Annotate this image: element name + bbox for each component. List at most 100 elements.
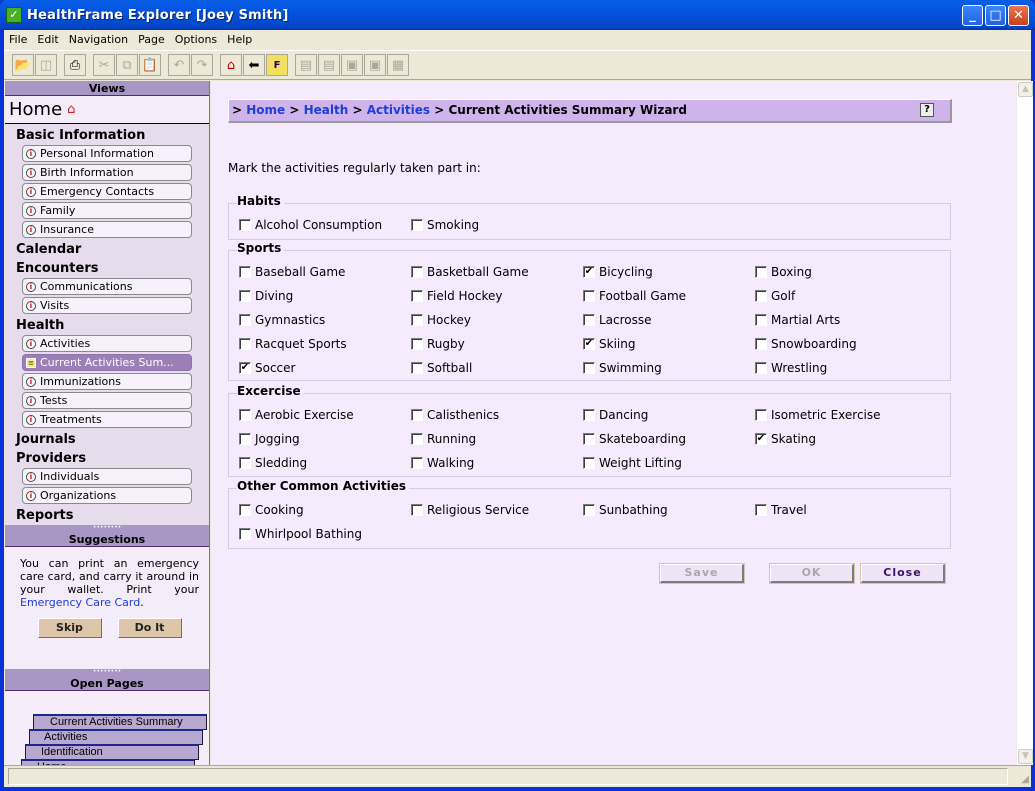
maximize-button[interactable]: □ <box>985 5 1006 26</box>
checkbox-unchecked-icon[interactable] <box>755 338 767 350</box>
nav-group-calendar[interactable]: Calendar <box>5 240 209 259</box>
paste-icon[interactable]: 📋 <box>139 54 161 76</box>
activity-checkbox[interactable]: Snowboarding <box>755 337 857 351</box>
help-icon[interactable]: ? <box>920 103 934 117</box>
scroll-up-button[interactable]: ▲ <box>1018 82 1033 97</box>
checkbox-unchecked-icon[interactable] <box>239 266 251 278</box>
checkbox-unchecked-icon[interactable] <box>411 219 423 231</box>
activity-checkbox[interactable]: Dancing <box>583 408 648 422</box>
activity-checkbox[interactable]: Diving <box>239 289 293 303</box>
checkbox-unchecked-icon[interactable] <box>583 504 595 516</box>
checkbox-unchecked-icon[interactable] <box>411 314 423 326</box>
do-it-button[interactable]: Do It <box>117 618 182 638</box>
activity-checkbox[interactable]: Sledding <box>239 456 307 470</box>
activity-checkbox[interactable]: ✔ Skating <box>755 432 816 446</box>
close-button[interactable]: Close <box>860 563 946 584</box>
activity-checkbox[interactable]: Racquet Sports <box>239 337 347 351</box>
activity-checkbox[interactable]: ✔ Soccer <box>239 361 295 375</box>
activity-checkbox[interactable]: Softball <box>411 361 472 375</box>
checkbox-unchecked-icon[interactable] <box>239 338 251 350</box>
open-page-tab[interactable]: Identification <box>25 744 199 760</box>
activity-checkbox[interactable]: Isometric Exercise <box>755 408 881 422</box>
checkbox-checked-icon[interactable]: ✔ <box>583 266 595 278</box>
undo-icon[interactable]: ↶ <box>168 54 190 76</box>
checkbox-unchecked-icon[interactable] <box>411 504 423 516</box>
checkbox-unchecked-icon[interactable] <box>239 504 251 516</box>
activity-checkbox[interactable]: ✔ Bicycling <box>583 265 653 279</box>
sidebar-item[interactable]: i Insurance <box>22 221 192 238</box>
nav-group-health[interactable]: Health <box>5 316 209 335</box>
activity-checkbox[interactable]: Basketball Game <box>411 265 529 279</box>
checkbox-unchecked-icon[interactable] <box>411 457 423 469</box>
nav-group-reports[interactable]: Reports <box>5 506 209 525</box>
checkbox-unchecked-icon[interactable] <box>583 433 595 445</box>
emergency-care-card-link[interactable]: Emergency Care Card <box>20 596 140 609</box>
checkbox-unchecked-icon[interactable] <box>583 290 595 302</box>
file-folder-icon[interactable]: F <box>266 54 288 76</box>
sidebar-item[interactable]: i Birth Information <box>22 164 192 181</box>
checkbox-unchecked-icon[interactable] <box>239 409 251 421</box>
activity-checkbox[interactable]: Swimming <box>583 361 662 375</box>
redo-icon[interactable]: ↷ <box>191 54 213 76</box>
breadcrumb-activities[interactable]: Activities <box>367 103 430 117</box>
activity-checkbox[interactable]: Alcohol Consumption <box>239 218 382 232</box>
nav-group-basic-information[interactable]: Basic Information <box>5 126 209 145</box>
activity-checkbox[interactable]: Wrestling <box>755 361 827 375</box>
checkbox-unchecked-icon[interactable] <box>755 314 767 326</box>
checkbox-unchecked-icon[interactable] <box>583 314 595 326</box>
menu-edit[interactable]: Edit <box>32 33 63 46</box>
checkbox-unchecked-icon[interactable] <box>411 433 423 445</box>
sidebar-item[interactable]: i Tests <box>22 392 192 409</box>
sidebar-item[interactable]: i Immunizations <box>22 373 192 390</box>
activity-checkbox[interactable]: Rugby <box>411 337 465 351</box>
open-page-tab[interactable]: Activities <box>29 729 203 745</box>
open-folder-icon[interactable]: 📂 <box>12 54 34 76</box>
nav-group-journals[interactable]: Journals <box>5 430 209 449</box>
activity-checkbox[interactable]: Walking <box>411 456 474 470</box>
splitter-grip[interactable]: •••••••• <box>5 669 209 676</box>
menu-help[interactable]: Help <box>222 33 257 46</box>
layout-icon[interactable]: ▦ <box>387 54 409 76</box>
checkbox-unchecked-icon[interactable] <box>239 457 251 469</box>
resize-grip-icon[interactable]: ◢ <box>1021 774 1029 785</box>
sidebar-item[interactable]: i Treatments <box>22 411 192 428</box>
activity-checkbox[interactable]: Weight Lifting <box>583 456 682 470</box>
copy-window-icon[interactable]: ◫ <box>35 54 57 76</box>
nav-group-encounters[interactable]: Encounters <box>5 259 209 278</box>
sidebar-item[interactable]: i Emergency Contacts <box>22 183 192 200</box>
menu-options[interactable]: Options <box>170 33 222 46</box>
sidebar-item[interactable]: i Activities <box>22 335 192 352</box>
list-up-icon[interactable]: ▤ <box>318 54 340 76</box>
skip-button[interactable]: Skip <box>37 618 102 638</box>
minimize-button[interactable]: _ <box>962 5 983 26</box>
breadcrumb-health[interactable]: Health <box>304 103 349 117</box>
menu-navigation[interactable]: Navigation <box>64 33 133 46</box>
ok-button[interactable]: OK <box>769 563 855 584</box>
nav-group-providers[interactable]: Providers <box>5 449 209 468</box>
checkbox-unchecked-icon[interactable] <box>239 314 251 326</box>
checkbox-unchecked-icon[interactable] <box>755 266 767 278</box>
checkbox-unchecked-icon[interactable] <box>583 409 595 421</box>
checkbox-unchecked-icon[interactable] <box>239 528 251 540</box>
list-down-icon[interactable]: ▤ <box>295 54 317 76</box>
checkbox-checked-icon[interactable]: ✔ <box>583 338 595 350</box>
activity-checkbox[interactable]: Hockey <box>411 313 471 327</box>
activity-checkbox[interactable]: Cooking <box>239 503 304 517</box>
checkbox-unchecked-icon[interactable] <box>239 433 251 445</box>
activity-checkbox[interactable]: Religious Service <box>411 503 529 517</box>
activity-checkbox[interactable]: Whirlpool Bathing <box>239 527 362 541</box>
save-button[interactable]: Save <box>659 563 745 584</box>
checkbox-unchecked-icon[interactable] <box>411 266 423 278</box>
splitter-grip[interactable]: •••••••• <box>5 525 209 532</box>
activity-checkbox[interactable]: Golf <box>755 289 795 303</box>
activity-checkbox[interactable]: Aerobic Exercise <box>239 408 354 422</box>
menu-file[interactable]: File <box>4 33 32 46</box>
activity-checkbox[interactable]: Football Game <box>583 289 686 303</box>
checkbox-unchecked-icon[interactable] <box>755 409 767 421</box>
home-link[interactable]: Home ⌂ <box>5 96 209 124</box>
checkbox-unchecked-icon[interactable] <box>755 362 767 374</box>
checkbox-unchecked-icon[interactable] <box>755 290 767 302</box>
vertical-scrollbar[interactable]: ▲ ▼ <box>1016 81 1033 765</box>
sidebar-item[interactable]: i Visits <box>22 297 192 314</box>
sidebar-item[interactable]: i Individuals <box>22 468 192 485</box>
